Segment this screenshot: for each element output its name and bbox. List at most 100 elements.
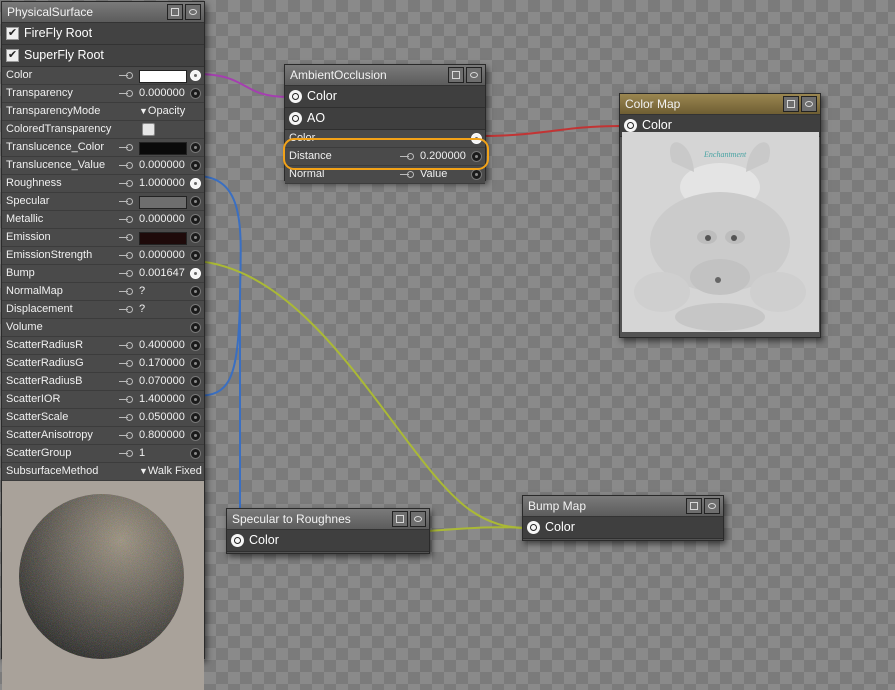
prop-row-specular[interactable]: Specular: [2, 193, 204, 211]
prop-value[interactable]: 0.800000: [139, 429, 185, 441]
prop-row-color[interactable]: Color: [2, 67, 204, 85]
specular-to-roughness-node[interactable]: Specular to Roughnes Color: [226, 508, 430, 554]
prop-value[interactable]: 0.050000: [139, 411, 185, 423]
key-icon[interactable]: [119, 288, 133, 295]
prop-row-translucence-color[interactable]: Translucence_Color: [2, 139, 204, 157]
input-socket-icon[interactable]: [190, 160, 201, 171]
prop-value[interactable]: 1.000000: [139, 177, 185, 189]
input-socket-icon[interactable]: [190, 448, 201, 459]
color-swatch[interactable]: [139, 196, 187, 209]
input-socket-icon[interactable]: [190, 322, 201, 333]
key-icon[interactable]: [119, 252, 133, 259]
color-swatch[interactable]: [139, 70, 187, 83]
key-icon[interactable]: [119, 234, 133, 241]
key-icon[interactable]: [119, 72, 133, 79]
input-socket-icon[interactable]: [190, 88, 201, 99]
prop-value[interactable]: 0.400000: [139, 339, 185, 351]
prop-row-metallic[interactable]: Metallic 0.000000: [2, 211, 204, 229]
output-socket-icon[interactable]: [190, 178, 201, 189]
prop-row-scatterradiusb[interactable]: ScatterRadiusB 0.070000: [2, 373, 204, 391]
prop-row-scatterradiusr[interactable]: ScatterRadiusR 0.400000: [2, 337, 204, 355]
key-icon[interactable]: [119, 378, 133, 385]
dropdown[interactable]: ▼Walk Fixed: [139, 465, 202, 477]
prop-row-transparency[interactable]: Transparency 0.000000: [2, 85, 204, 103]
eye-icon[interactable]: [410, 511, 426, 527]
output-socket-icon[interactable]: [527, 521, 540, 534]
node-title-bar[interactable]: AmbientOcclusion: [285, 65, 485, 86]
node-title-bar[interactable]: Color Map: [620, 94, 820, 115]
key-icon[interactable]: [119, 432, 133, 439]
input-socket-icon[interactable]: [190, 214, 201, 225]
renderer-root-firefly-root[interactable]: ✔ FireFly Root: [2, 23, 204, 45]
prop-value[interactable]: 1.400000: [139, 393, 185, 405]
prop-value[interactable]: 0.000000: [139, 213, 185, 225]
window-icon[interactable]: [686, 498, 702, 514]
output-socket-icon[interactable]: [190, 268, 201, 279]
prop-value[interactable]: 0.000000: [139, 87, 185, 99]
checkbox[interactable]: ✔: [6, 27, 19, 40]
key-icon[interactable]: [119, 162, 133, 169]
prop-row-scattergroup[interactable]: ScatterGroup 1: [2, 445, 204, 463]
input-socket-icon[interactable]: [190, 376, 201, 387]
input-socket-icon[interactable]: [190, 232, 201, 243]
output-color[interactable]: Color: [285, 86, 485, 108]
key-icon[interactable]: [119, 270, 133, 277]
input-socket-icon[interactable]: [190, 358, 201, 369]
window-icon[interactable]: [448, 67, 464, 83]
prop-row-emission[interactable]: Emission: [2, 229, 204, 247]
key-icon[interactable]: [119, 144, 133, 151]
prop-row-transparencymode[interactable]: TransparencyMode ▼Opacity: [2, 103, 204, 121]
prop-value[interactable]: 1: [139, 447, 145, 459]
prop-row-scatterscale[interactable]: ScatterScale 0.050000: [2, 409, 204, 427]
input-socket-icon[interactable]: [471, 169, 482, 180]
prop-row-normalmap[interactable]: NormalMap?: [2, 283, 204, 301]
key-icon[interactable]: [119, 450, 133, 457]
prop-value[interactable]: 0.000000: [139, 249, 185, 261]
color-map-node[interactable]: Color Map Color Enchantment: [619, 93, 821, 338]
output-socket-icon[interactable]: [231, 534, 244, 547]
input-socket-icon[interactable]: [190, 412, 201, 423]
checkbox[interactable]: ✔: [6, 49, 19, 62]
input-socket-icon[interactable]: [190, 304, 201, 315]
output-socket-icon[interactable]: [289, 90, 302, 103]
prop-row-scatterior[interactable]: ScatterIOR 1.400000: [2, 391, 204, 409]
prop-row-coloredtransparency[interactable]: ColoredTransparency: [2, 121, 204, 139]
input-socket-icon[interactable]: [190, 286, 201, 297]
dropdown[interactable]: ▼Opacity: [139, 105, 185, 117]
prop-row-roughness[interactable]: Roughness 1.000000: [2, 175, 204, 193]
eye-icon[interactable]: [704, 498, 720, 514]
input-socket-icon[interactable]: [190, 430, 201, 441]
input-socket-icon[interactable]: [190, 394, 201, 405]
prop-row-subsurfacemethod[interactable]: SubsurfaceMethod ▼Walk Fixed: [2, 463, 204, 481]
prop-value[interactable]: 0.001647: [139, 267, 185, 279]
prop-row-emissionstrength[interactable]: EmissionStrength 0.000000: [2, 247, 204, 265]
input-socket-icon[interactable]: [190, 196, 201, 207]
prop-row-volume[interactable]: Volume: [2, 319, 204, 337]
input-socket-icon[interactable]: [190, 340, 201, 351]
key-icon[interactable]: [119, 180, 133, 187]
key-icon[interactable]: [119, 342, 133, 349]
prop-value[interactable]: ?: [139, 285, 145, 297]
key-icon[interactable]: [119, 396, 133, 403]
bump-map-node[interactable]: Bump Map Color: [522, 495, 724, 541]
node-title-bar[interactable]: PhysicalSurface: [2, 2, 204, 23]
key-icon[interactable]: [119, 216, 133, 223]
input-socket-icon[interactable]: [190, 142, 201, 153]
checkbox[interactable]: [142, 123, 155, 136]
input-socket-icon[interactable]: [190, 250, 201, 261]
prop-row-bump[interactable]: Bump 0.001647: [2, 265, 204, 283]
key-icon[interactable]: [119, 360, 133, 367]
window-icon[interactable]: [392, 511, 408, 527]
node-title-bar[interactable]: Bump Map: [523, 496, 723, 517]
eye-icon[interactable]: [466, 67, 482, 83]
prop-row-scatteranisotropy[interactable]: ScatterAnisotropy 0.800000: [2, 427, 204, 445]
physical-surface-node[interactable]: PhysicalSurface ✔ FireFly Root ✔ SuperFly R…: [1, 1, 205, 690]
prop-value[interactable]: 0.070000: [139, 375, 185, 387]
key-icon[interactable]: [119, 198, 133, 205]
output-socket-icon[interactable]: [624, 119, 637, 132]
key-icon[interactable]: [119, 90, 133, 97]
eye-icon[interactable]: [801, 96, 817, 112]
output-socket-icon[interactable]: [190, 70, 201, 81]
node-title-bar[interactable]: Specular to Roughnes: [227, 509, 429, 530]
key-icon[interactable]: [119, 306, 133, 313]
